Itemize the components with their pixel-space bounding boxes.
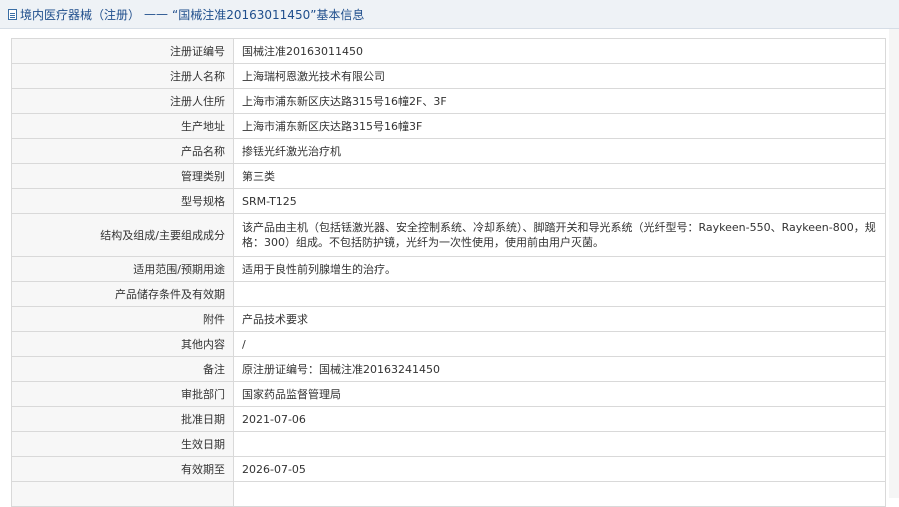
row-label: 注册人名称 (11, 63, 234, 89)
row-label: 型号规格 (11, 188, 234, 214)
breadcrumb-category[interactable]: 境内医疗器械（注册） (20, 6, 140, 23)
row-value (233, 431, 886, 457)
table-row: 管理类别 第三类 (11, 163, 886, 189)
table-row: 审批部门 国家药品监督管理局 (11, 381, 886, 407)
table-row: 适用范围/预期用途 适用于良性前列腺增生的治疗。 (11, 256, 886, 282)
table-row: 生产地址 上海市浦东新区庆达路315号16幢3F (11, 113, 886, 139)
vertical-scrollbar[interactable] (889, 29, 899, 498)
row-value: 原注册证编号：国械注准20163241450 (233, 356, 886, 382)
row-value: 2021-07-06 (233, 406, 886, 432)
row-value: 国家药品监督管理局 (233, 381, 886, 407)
table-row (11, 481, 886, 507)
table-row: 型号规格 SRM-T125 (11, 188, 886, 214)
row-value (233, 281, 886, 307)
table-row: 注册人名称 上海瑞柯恩激光技术有限公司 (11, 63, 886, 89)
row-label: 适用范围/预期用途 (11, 256, 234, 282)
row-value: 上海市浦东新区庆达路315号16幢2F、3F (233, 88, 886, 114)
row-value: 该产品由主机（包括铥激光器、安全控制系统、冷却系统）、脚踏开关和导光系统（光纤型… (233, 213, 886, 257)
page-header: 境内医疗器械（注册） —— “国械注准20163011450”基本信息 (0, 0, 899, 29)
row-label: 产品名称 (11, 138, 234, 164)
row-value: 国械注准20163011450 (233, 38, 886, 64)
table-row: 注册人住所 上海市浦东新区庆达路315号16幢2F、3F (11, 88, 886, 114)
row-value: 上海瑞柯恩激光技术有限公司 (233, 63, 886, 89)
row-value: 掺铥光纤激光治疗机 (233, 138, 886, 164)
row-value: 上海市浦东新区庆达路315号16幢3F (233, 113, 886, 139)
row-label: 有效期至 (11, 456, 234, 482)
table-row: 产品名称 掺铥光纤激光治疗机 (11, 138, 886, 164)
row-value: / (233, 331, 886, 357)
row-label: 注册证编号 (11, 38, 234, 64)
table-row: 注册证编号 国械注准20163011450 (11, 38, 886, 64)
row-label: 产品储存条件及有效期 (11, 281, 234, 307)
table-row: 附件 产品技术要求 (11, 306, 886, 332)
row-value: 适用于良性前列腺增生的治疗。 (233, 256, 886, 282)
registration-detail-table: 注册证编号 国械注准20163011450 注册人名称 上海瑞柯恩激光技术有限公… (11, 38, 886, 507)
table-row: 备注 原注册证编号：国械注准20163241450 (11, 356, 886, 382)
row-label: 备注 (11, 356, 234, 382)
table-row: 生效日期 (11, 431, 886, 457)
breadcrumb-separator: —— (144, 7, 169, 21)
row-label: 注册人住所 (11, 88, 234, 114)
row-label: 审批部门 (11, 381, 234, 407)
table-row: 产品储存条件及有效期 (11, 281, 886, 307)
page-title: “国械注准20163011450”基本信息 (172, 7, 365, 22)
row-label: 结构及组成/主要组成成分 (11, 213, 234, 257)
row-label: 其他内容 (11, 331, 234, 357)
row-label (11, 481, 234, 507)
row-label: 生产地址 (11, 113, 234, 139)
row-label: 管理类别 (11, 163, 234, 189)
row-value: SRM-T125 (233, 188, 886, 214)
row-label: 生效日期 (11, 431, 234, 457)
row-value: 第三类 (233, 163, 886, 189)
table-row: 结构及组成/主要组成成分 该产品由主机（包括铥激光器、安全控制系统、冷却系统）、… (11, 213, 886, 257)
row-label: 批准日期 (11, 406, 234, 432)
document-icon (8, 8, 17, 20)
table-row: 其他内容 / (11, 331, 886, 357)
table-row: 批准日期 2021-07-06 (11, 406, 886, 432)
table-row: 有效期至 2026-07-05 (11, 456, 886, 482)
row-label: 附件 (11, 306, 234, 332)
row-value (233, 481, 886, 507)
row-value: 2026-07-05 (233, 456, 886, 482)
row-value: 产品技术要求 (233, 306, 886, 332)
